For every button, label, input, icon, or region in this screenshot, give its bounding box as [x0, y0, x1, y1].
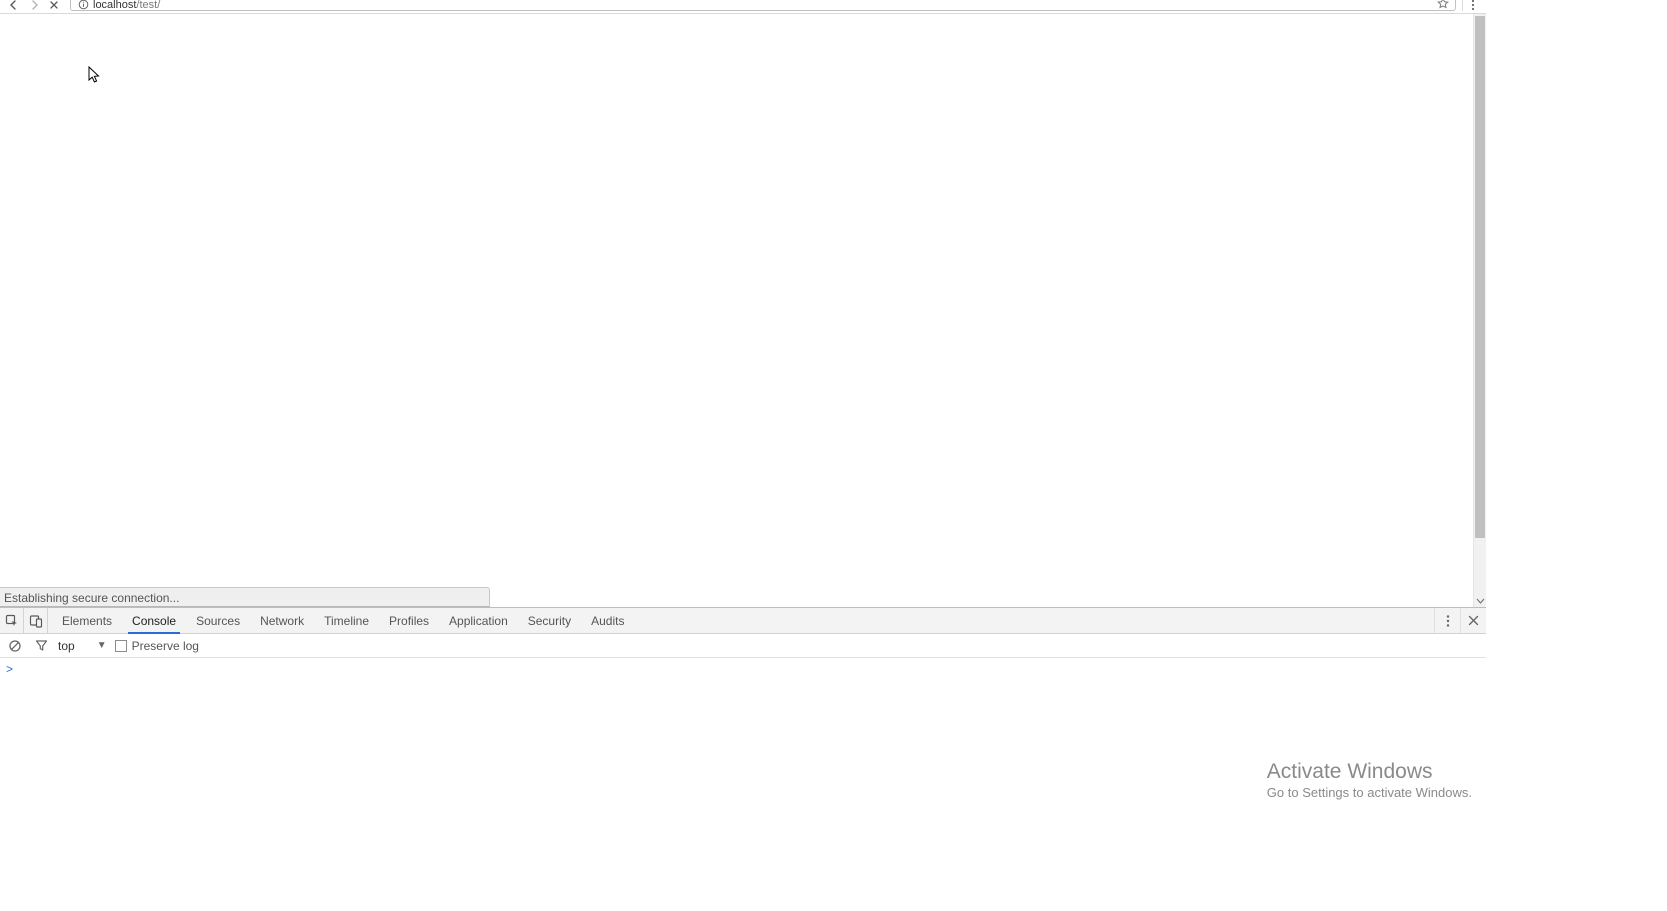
devtools-tab-application[interactable]: Application — [439, 608, 518, 633]
devtools-menu-button[interactable] — [1434, 608, 1460, 633]
back-icon — [9, 0, 19, 10]
stop-icon — [49, 0, 59, 10]
stop-reload-button[interactable] — [44, 0, 64, 11]
devtools-tabs: ElementsConsoleSourcesNetworkTimelinePro… — [48, 608, 1434, 633]
star-icon — [1437, 0, 1449, 9]
info-icon — [78, 0, 89, 10]
devtools-tab-audits[interactable]: Audits — [581, 608, 634, 633]
devtools-tab-security[interactable]: Security — [518, 608, 581, 633]
console-prompt: > — [6, 662, 19, 676]
devtools-close-button[interactable] — [1460, 608, 1486, 633]
address-bar[interactable]: localhost/test/ — [70, 0, 1456, 11]
preserve-log-label: Preserve log — [132, 639, 199, 653]
address-path: /test/ — [136, 0, 160, 11]
forward-button[interactable] — [24, 0, 44, 11]
back-button[interactable] — [4, 0, 24, 11]
kebab-icon — [1471, 0, 1475, 11]
filter-icon — [35, 639, 48, 652]
vertical-scrollbar[interactable] — [1473, 14, 1486, 607]
preserve-log-checkbox[interactable] — [115, 640, 127, 652]
console-toolbar: top ▼ Preserve log — [0, 634, 1486, 658]
devtools-tab-sources[interactable]: Sources — [186, 608, 250, 633]
devtools-tab-elements[interactable]: Elements — [52, 608, 122, 633]
preserve-log-toggle[interactable]: Preserve log — [115, 639, 199, 653]
forward-icon — [29, 0, 39, 10]
console-output[interactable]: > — [0, 658, 1486, 811]
address-host: localhost — [93, 0, 136, 11]
browser-window: localhost/test/ Establishing secure conn… — [0, 0, 1486, 811]
inspect-element-button[interactable] — [0, 608, 24, 633]
chevron-down-icon: ▼ — [97, 640, 107, 651]
execution-context-selector[interactable]: top ▼ — [58, 639, 107, 653]
device-toggle-icon — [29, 614, 43, 628]
status-bar: Establishing secure connection... — [0, 587, 490, 607]
mouse-cursor-icon — [88, 66, 102, 84]
page-viewport — [0, 14, 1486, 607]
devtools-panel: ElementsConsoleSourcesNetworkTimelinePro… — [0, 607, 1486, 811]
chrome-menu-button[interactable] — [1462, 0, 1482, 11]
devtools-tabbar: ElementsConsoleSourcesNetworkTimelinePro… — [0, 608, 1486, 634]
site-info-icon[interactable] — [77, 0, 89, 11]
devtools-tab-console[interactable]: Console — [122, 608, 186, 633]
toggle-device-toolbar-button[interactable] — [24, 608, 48, 633]
kebab-icon — [1446, 614, 1450, 628]
execution-context-label: top — [58, 639, 75, 653]
scrollbar-thumb[interactable] — [1475, 16, 1485, 538]
clear-console-button[interactable] — [6, 637, 24, 655]
scrollbar-down-arrow[interactable] — [1474, 594, 1486, 607]
status-text: Establishing secure connection... — [4, 591, 179, 605]
clear-console-icon — [8, 639, 22, 653]
bookmark-star-button[interactable] — [1437, 0, 1449, 11]
content-area[interactable] — [0, 14, 1473, 607]
devtools-tab-profiles[interactable]: Profiles — [379, 608, 439, 633]
close-icon — [1468, 615, 1479, 626]
devtools-tab-network[interactable]: Network — [250, 608, 314, 633]
inspect-icon — [5, 614, 19, 628]
address-bar-row: localhost/test/ — [0, 0, 1486, 14]
devtools-tab-timeline[interactable]: Timeline — [314, 608, 379, 633]
filter-button[interactable] — [32, 637, 50, 655]
chevron-down-icon — [1476, 598, 1485, 604]
devtools-right-controls — [1434, 608, 1486, 633]
